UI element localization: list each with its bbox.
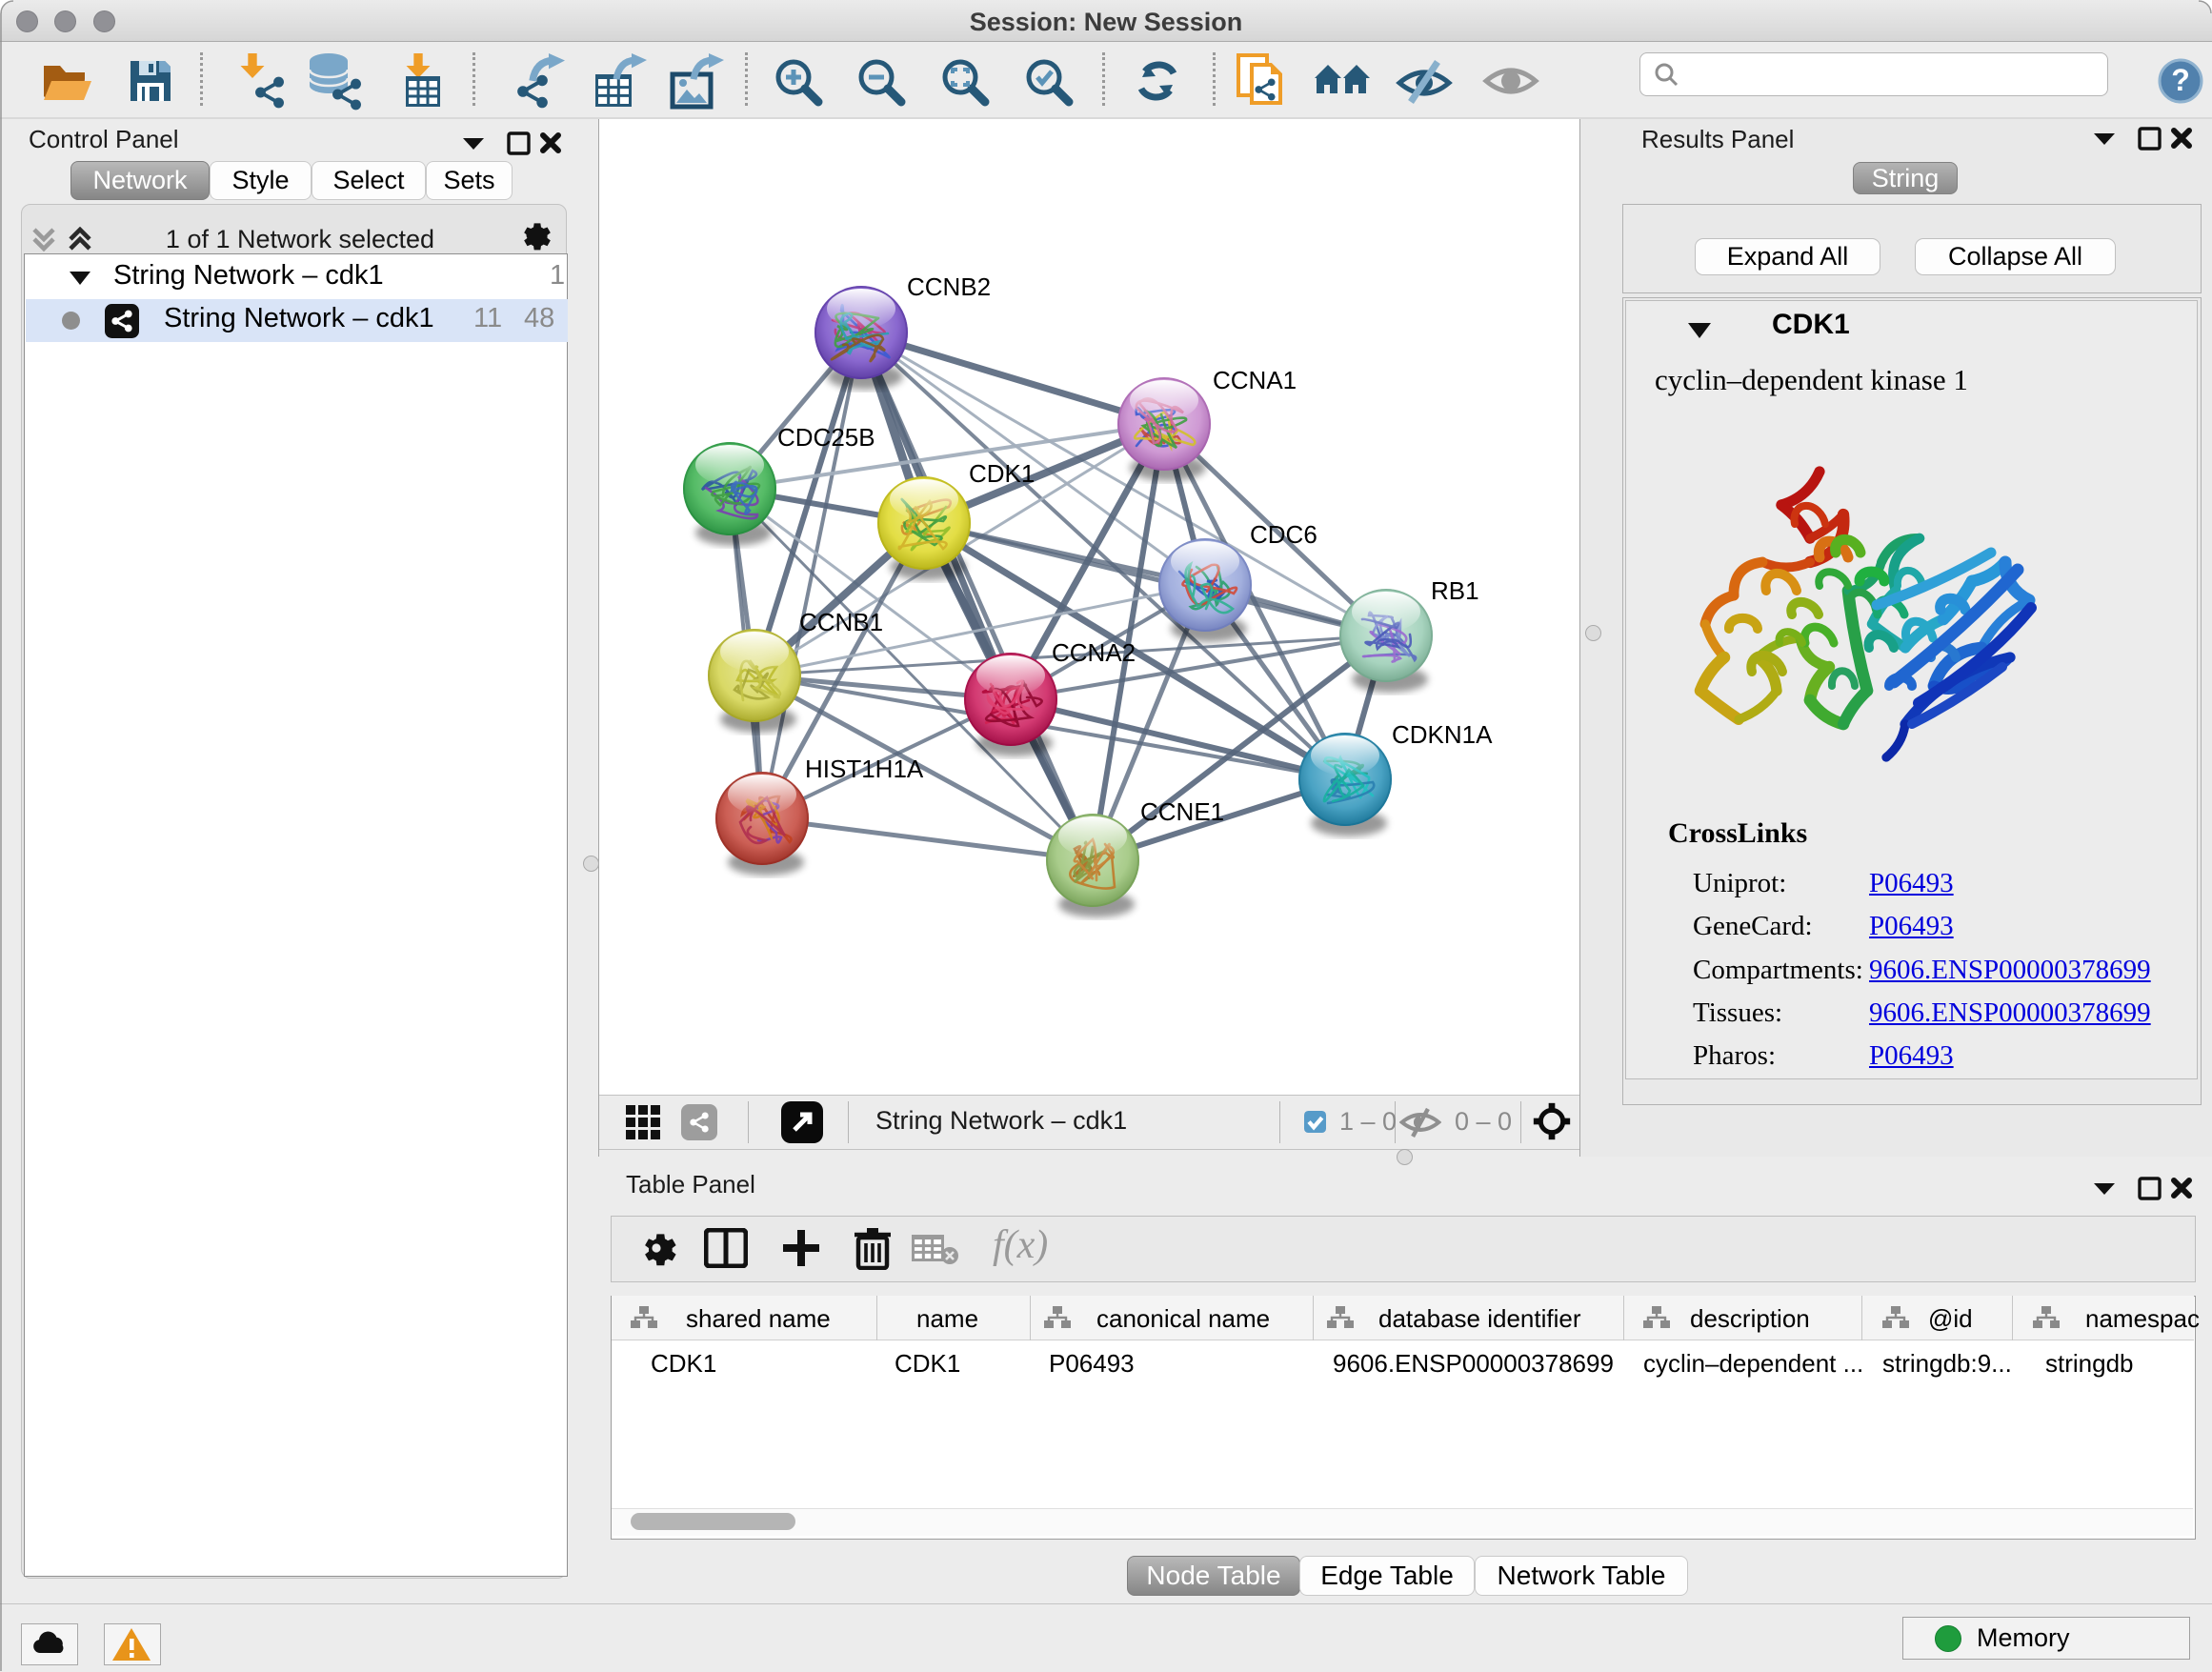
svg-text:?: ? [2171, 63, 2190, 97]
svg-text:CCNE1: CCNE1 [1140, 797, 1224, 826]
svg-text:HIST1H1A: HIST1H1A [805, 755, 924, 783]
svg-text:CDKN1A: CDKN1A [1392, 720, 1493, 749]
svg-text:CDC6: CDC6 [1250, 520, 1317, 549]
svg-text:CCNB2: CCNB2 [907, 272, 991, 301]
svg-text:CDK1: CDK1 [969, 459, 1035, 488]
svg-text:CCNA1: CCNA1 [1213, 366, 1297, 394]
svg-text:CCNB1: CCNB1 [799, 608, 883, 636]
svg-text:CCNA2: CCNA2 [1052, 638, 1136, 667]
svg-text:CDC25B: CDC25B [777, 423, 875, 452]
svg-text:RB1: RB1 [1431, 576, 1479, 605]
